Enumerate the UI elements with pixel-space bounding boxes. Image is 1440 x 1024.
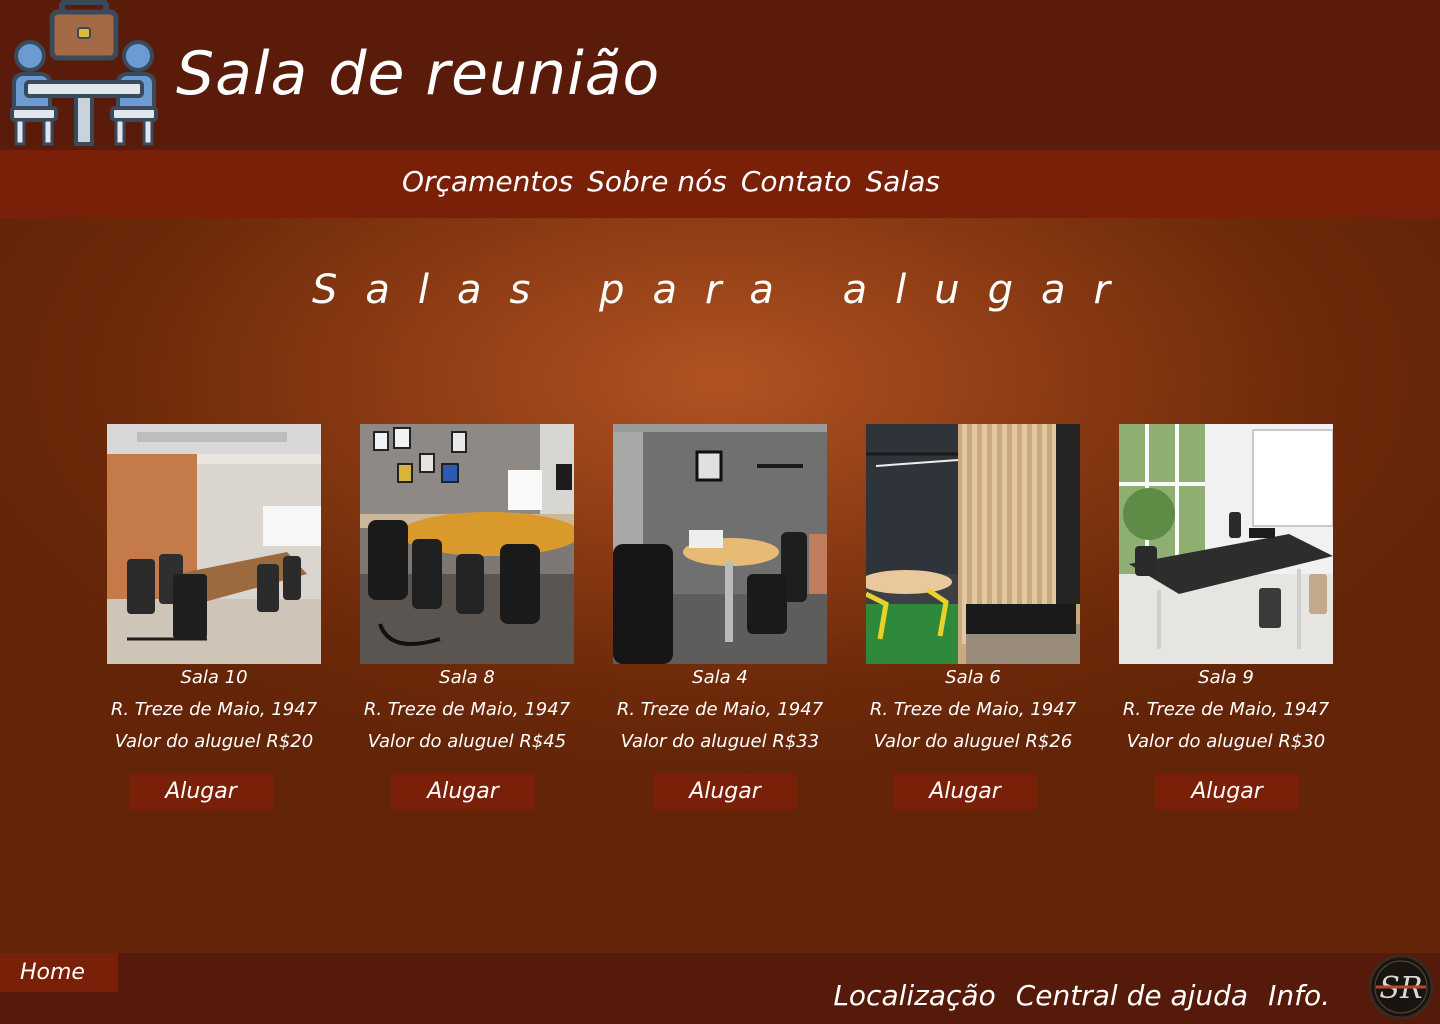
room-address: R. Treze de Maio, 1947 [869, 699, 1077, 720]
nav-link-orcamentos[interactable]: Orçamentos [402, 164, 573, 200]
room-price: Valor do aluguel R$20 [114, 731, 314, 752]
room-address: R. Treze de Maio, 1947 [1122, 699, 1330, 720]
rent-button[interactable]: Alugar [893, 774, 1037, 810]
room-name: Sala 9 [1198, 667, 1254, 688]
room-name: Sala 4 [692, 667, 748, 688]
footer-link-localizacao[interactable]: Localização [833, 976, 995, 1016]
room-card: Sala 8 R. Treze de Maio, 1947 Valor do a… [360, 424, 574, 758]
page-heading: Salas para alugar [312, 267, 1138, 313]
room-name: Sala 8 [439, 667, 495, 688]
room-card: Sala 10 R. Treze de Maio, 1947 Valor do … [107, 424, 321, 758]
room-card: Sala 4 R. Treze de Maio, 1947 Valor do a… [613, 424, 827, 758]
room-price: Valor do aluguel R$26 [873, 731, 1073, 752]
room-price: Valor do aluguel R$33 [620, 731, 820, 752]
rent-button[interactable]: Alugar [391, 774, 535, 810]
room-photo[interactable] [1119, 424, 1333, 664]
footer-link-central-de-ajuda[interactable]: Central de ajuda [1016, 976, 1248, 1016]
nav-link-sobre-nos[interactable]: Sobre nós [587, 164, 727, 200]
room-photo[interactable] [613, 424, 827, 664]
room-price: Valor do aluguel R$45 [367, 731, 567, 752]
room-card: Sala 6 R. Treze de Maio, 1947 Valor do a… [866, 424, 1080, 758]
room-address: R. Treze de Maio, 1947 [363, 699, 571, 720]
room-card: Sala 9 R. Treze de Maio, 1947 Valor do a… [1119, 424, 1333, 758]
nav-link-contato[interactable]: Contato [741, 164, 852, 200]
site-title: Sala de reunião [176, 39, 661, 109]
nav-link-salas[interactable]: Salas [866, 164, 940, 200]
room-photo[interactable] [360, 424, 574, 664]
rent-button[interactable]: Alugar [129, 774, 273, 810]
footer-link-info[interactable]: Info. [1268, 976, 1330, 1016]
room-photo[interactable] [107, 424, 321, 664]
room-address: R. Treze de Maio, 1947 [616, 699, 824, 720]
room-name: Sala 10 [180, 667, 248, 688]
nav-links: Orçamentos Sobre nós Contato Salas [402, 164, 940, 200]
room-price: Valor do aluguel R$30 [1126, 731, 1326, 752]
room-address: R. Treze de Maio, 1947 [110, 699, 318, 720]
meeting-room-icon[interactable] [8, 0, 160, 150]
room-name: Sala 6 [945, 667, 1001, 688]
rent-button[interactable]: Alugar [653, 774, 797, 810]
footer-links: Localização Central de ajuda Info. [833, 976, 1330, 1016]
home-link[interactable]: Home [0, 953, 118, 992]
room-photo[interactable] [866, 424, 1080, 664]
footer-logo[interactable]: SR [1368, 954, 1434, 1020]
rent-button[interactable]: Alugar [1155, 774, 1299, 810]
